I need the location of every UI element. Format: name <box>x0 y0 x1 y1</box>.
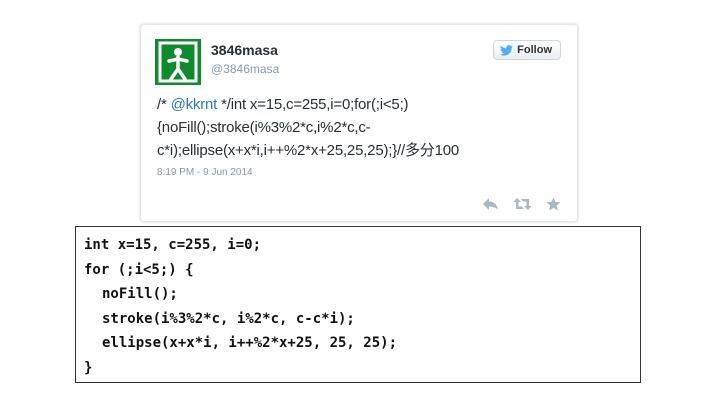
code-line: int x=15, c=255, i=0; <box>84 237 262 253</box>
follow-button[interactable]: Follow <box>493 40 561 60</box>
tweet-actions <box>482 197 561 211</box>
code-line: stroke(i%3%2*c, i%2*c, c-c*i); <box>102 310 355 327</box>
user-handle[interactable]: @3846masa <box>211 62 279 76</box>
code-line: ellipse(x+x*i, i++%2*x+25, 25, 25); <box>102 335 398 351</box>
follow-label: Follow <box>517 44 552 56</box>
timestamp[interactable]: 8:19 PM - 9 Jun 2014 <box>157 167 253 178</box>
code-line: noFill(); <box>102 286 178 302</box>
user-name[interactable]: 3846masa <box>211 42 278 58</box>
favorite-star-icon[interactable] <box>546 197 561 211</box>
reply-icon[interactable] <box>482 197 499 211</box>
code-line: } <box>84 359 93 376</box>
avatar[interactable] <box>155 39 201 85</box>
mention-link[interactable]: @kkrnt <box>171 96 218 113</box>
retweet-icon[interactable] <box>513 197 532 211</box>
code-line: for (;i<5;) { <box>84 261 194 278</box>
avatar-figure-icon <box>158 41 198 83</box>
code-block: int x=15, c=255, i=0; for (;i<5;) { noFi… <box>75 226 641 383</box>
tweet-text-prefix: /* <box>157 96 171 113</box>
tweet-card: 3846masa @3846masa Follow /* @kkrnt */in… <box>140 24 578 222</box>
twitter-bird-icon <box>500 44 514 56</box>
tweet-text: /* @kkrnt */int x=15,c=255,i=0;for(;i<5;… <box>157 93 561 162</box>
